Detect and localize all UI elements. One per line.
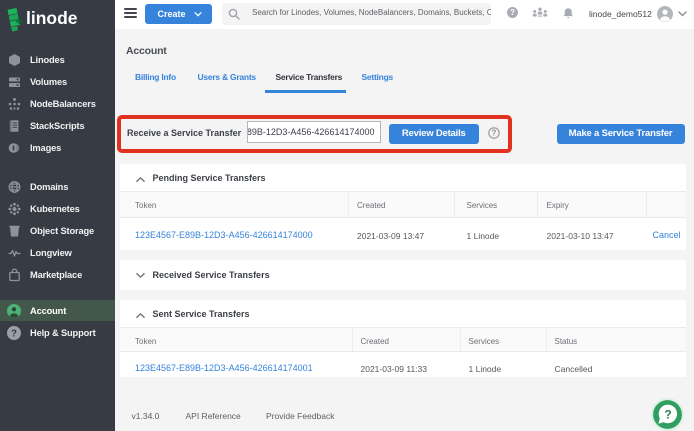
svg-text:?: ? — [664, 408, 671, 422]
svg-text:?: ? — [11, 328, 17, 339]
svg-text:?: ? — [510, 8, 515, 17]
